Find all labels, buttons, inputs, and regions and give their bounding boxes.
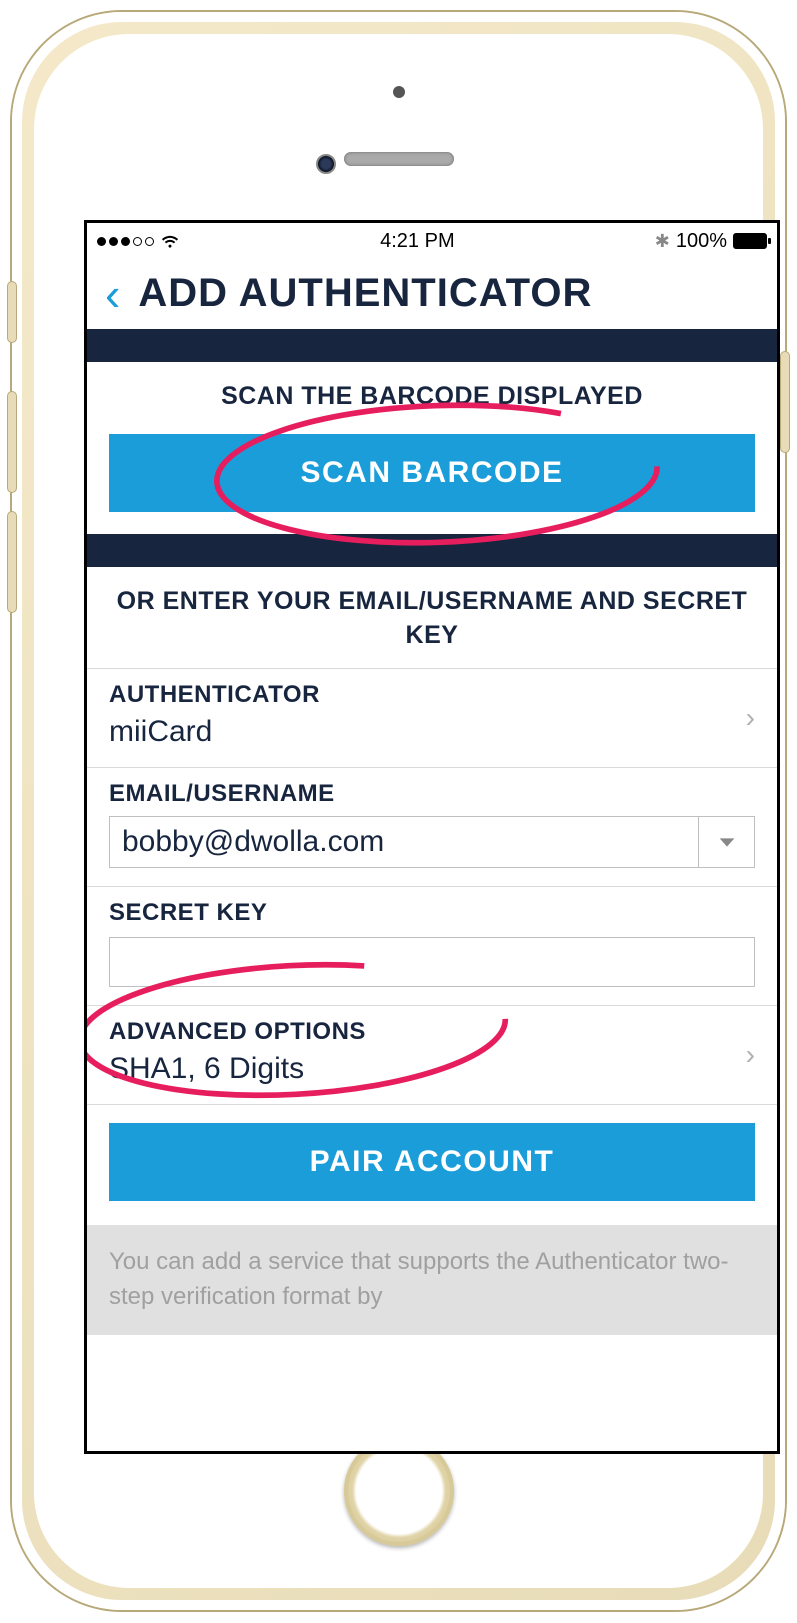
wifi-icon — [160, 231, 180, 251]
volume-down-button — [8, 512, 16, 612]
pair-account-button[interactable]: PAIR ACCOUNT — [109, 1123, 755, 1201]
volume-up-button — [8, 392, 16, 492]
advanced-value: SHA1, 6 Digits — [109, 1052, 755, 1086]
proximity-sensor — [393, 86, 405, 98]
advanced-options-row[interactable]: ADVANCED OPTIONS SHA1, 6 Digits › — [87, 1005, 777, 1104]
authenticator-label: AUTHENTICATOR — [109, 681, 755, 709]
nav-bar: ‹ ADD AUTHENTICATOR — [87, 259, 777, 329]
advanced-label: ADVANCED OPTIONS — [109, 1018, 755, 1046]
front-camera — [316, 154, 336, 174]
footer-help-text: You can add a service that supports the … — [87, 1225, 777, 1335]
screen: 4:21 PM ✱ 100% ‹ ADD AUTHENTICATOR SCAN … — [84, 220, 780, 1454]
divider-band — [87, 534, 777, 567]
earpiece-speaker — [344, 152, 454, 166]
secret-key-row: SECRET KEY — [87, 886, 777, 1005]
cell-signal-icon — [97, 237, 154, 246]
email-input[interactable] — [110, 817, 698, 867]
manual-section-header: OR ENTER YOUR EMAIL/USERNAME AND SECRET … — [87, 567, 777, 669]
phone-frame: 4:21 PM ✱ 100% ‹ ADD AUTHENTICATOR SCAN … — [12, 12, 785, 1610]
power-button — [781, 352, 789, 452]
chevron-down-icon — [716, 831, 738, 853]
secret-key-input[interactable] — [109, 937, 755, 987]
bluetooth-icon: ✱ — [655, 231, 670, 252]
scan-barcode-button[interactable]: SCAN BARCODE — [109, 434, 755, 512]
battery-percent: 100% — [676, 230, 727, 253]
battery-icon — [733, 233, 767, 249]
page-title: ADD AUTHENTICATOR — [138, 271, 592, 316]
phone-bezel: 4:21 PM ✱ 100% ‹ ADD AUTHENTICATOR SCAN … — [34, 34, 763, 1588]
authenticator-value: miiCard — [109, 715, 755, 749]
status-bar: 4:21 PM ✱ 100% — [87, 223, 777, 259]
mute-switch — [8, 282, 16, 342]
authenticator-row[interactable]: AUTHENTICATOR miiCard › — [87, 668, 777, 767]
scan-heading: SCAN THE BARCODE DISPLAYED — [109, 380, 755, 414]
pair-section: PAIR ACCOUNT — [87, 1104, 777, 1225]
manual-heading: OR ENTER YOUR EMAIL/USERNAME AND SECRET … — [109, 585, 755, 653]
scan-section: SCAN THE BARCODE DISPLAYED SCAN BARCODE — [87, 362, 777, 534]
email-row: EMAIL/USERNAME — [87, 767, 777, 886]
chevron-right-icon: › — [746, 702, 755, 734]
divider-band — [87, 329, 777, 362]
email-label: EMAIL/USERNAME — [109, 780, 755, 808]
back-button[interactable]: ‹ — [105, 271, 120, 317]
email-combo — [109, 816, 755, 868]
status-time: 4:21 PM — [380, 230, 454, 253]
email-dropdown-button[interactable] — [698, 817, 754, 867]
secret-key-label: SECRET KEY — [109, 899, 755, 927]
chevron-right-icon: › — [746, 1039, 755, 1071]
